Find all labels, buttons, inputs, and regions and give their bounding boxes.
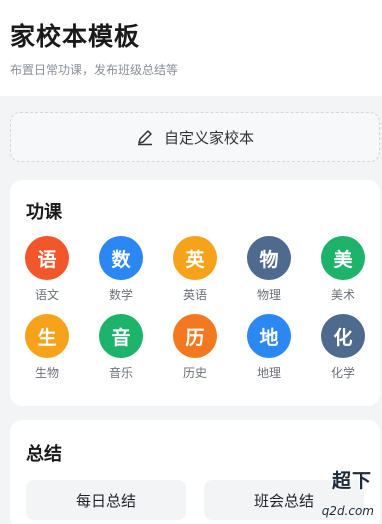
- pencil-icon: [136, 128, 154, 146]
- subject-grid: 语语文数数学英英语物物理美美术生生物音音乐历历史地地理化化学: [10, 236, 380, 392]
- subject-label: 历史: [182, 366, 207, 380]
- watermark-bottom: q2d.com: [321, 504, 374, 518]
- subject-icon: 地: [247, 314, 291, 358]
- subject-item[interactable]: 音音乐: [84, 314, 158, 392]
- subject-icon: 音: [99, 314, 143, 358]
- subject-label: 语文: [34, 288, 59, 302]
- subject-label: 英语: [182, 288, 207, 302]
- subject-item[interactable]: 生生物: [10, 314, 84, 392]
- custom-homebook-button[interactable]: 自定义家校本: [10, 112, 380, 162]
- watermark-top: 超下: [331, 470, 372, 492]
- subject-label: 物理: [256, 288, 281, 302]
- subject-item[interactable]: 化化学: [306, 314, 380, 392]
- page-subtitle: 布置日常功课，发布班级总结等: [10, 63, 179, 77]
- header: 家校本模板 布置日常功课，发布班级总结等: [0, 0, 382, 96]
- subject-icon: 英: [173, 236, 217, 280]
- subject-label: 音乐: [108, 366, 133, 380]
- subject-item[interactable]: 美美术: [306, 236, 380, 314]
- subject-icon: 历: [173, 314, 217, 358]
- watermark-logo: 超下 q2d.com: [312, 464, 378, 520]
- subject-label: 化学: [330, 366, 355, 380]
- subject-item[interactable]: 物物理: [232, 236, 306, 314]
- subjects-card: 功课 语语文数数学英英语物物理美美术生生物音音乐历历史地地理化化学: [10, 180, 380, 406]
- subject-item[interactable]: 历历史: [158, 314, 232, 392]
- subject-label: 地理: [256, 366, 281, 380]
- daily-summary-button[interactable]: 每日总结: [26, 480, 186, 520]
- subject-icon: 生: [25, 314, 69, 358]
- subject-icon: 美: [321, 236, 365, 280]
- subject-item[interactable]: 英英语: [158, 236, 232, 314]
- page-title: 家校本模板: [10, 22, 141, 51]
- subject-icon: 物: [247, 236, 291, 280]
- subject-icon: 数: [99, 236, 143, 280]
- subject-label: 数学: [108, 288, 133, 302]
- subject-icon: 语: [25, 236, 69, 280]
- custom-button-label: 自定义家校本: [163, 128, 254, 147]
- subject-icon: 化: [321, 314, 365, 358]
- subject-item[interactable]: 地地理: [232, 314, 306, 392]
- subject-item[interactable]: 语语文: [10, 236, 84, 314]
- subject-label: 生物: [34, 366, 59, 380]
- subjects-title: 功课: [26, 202, 62, 223]
- subject-item[interactable]: 数数学: [84, 236, 158, 314]
- summary-title: 总结: [26, 444, 62, 465]
- subject-label: 美术: [330, 288, 355, 302]
